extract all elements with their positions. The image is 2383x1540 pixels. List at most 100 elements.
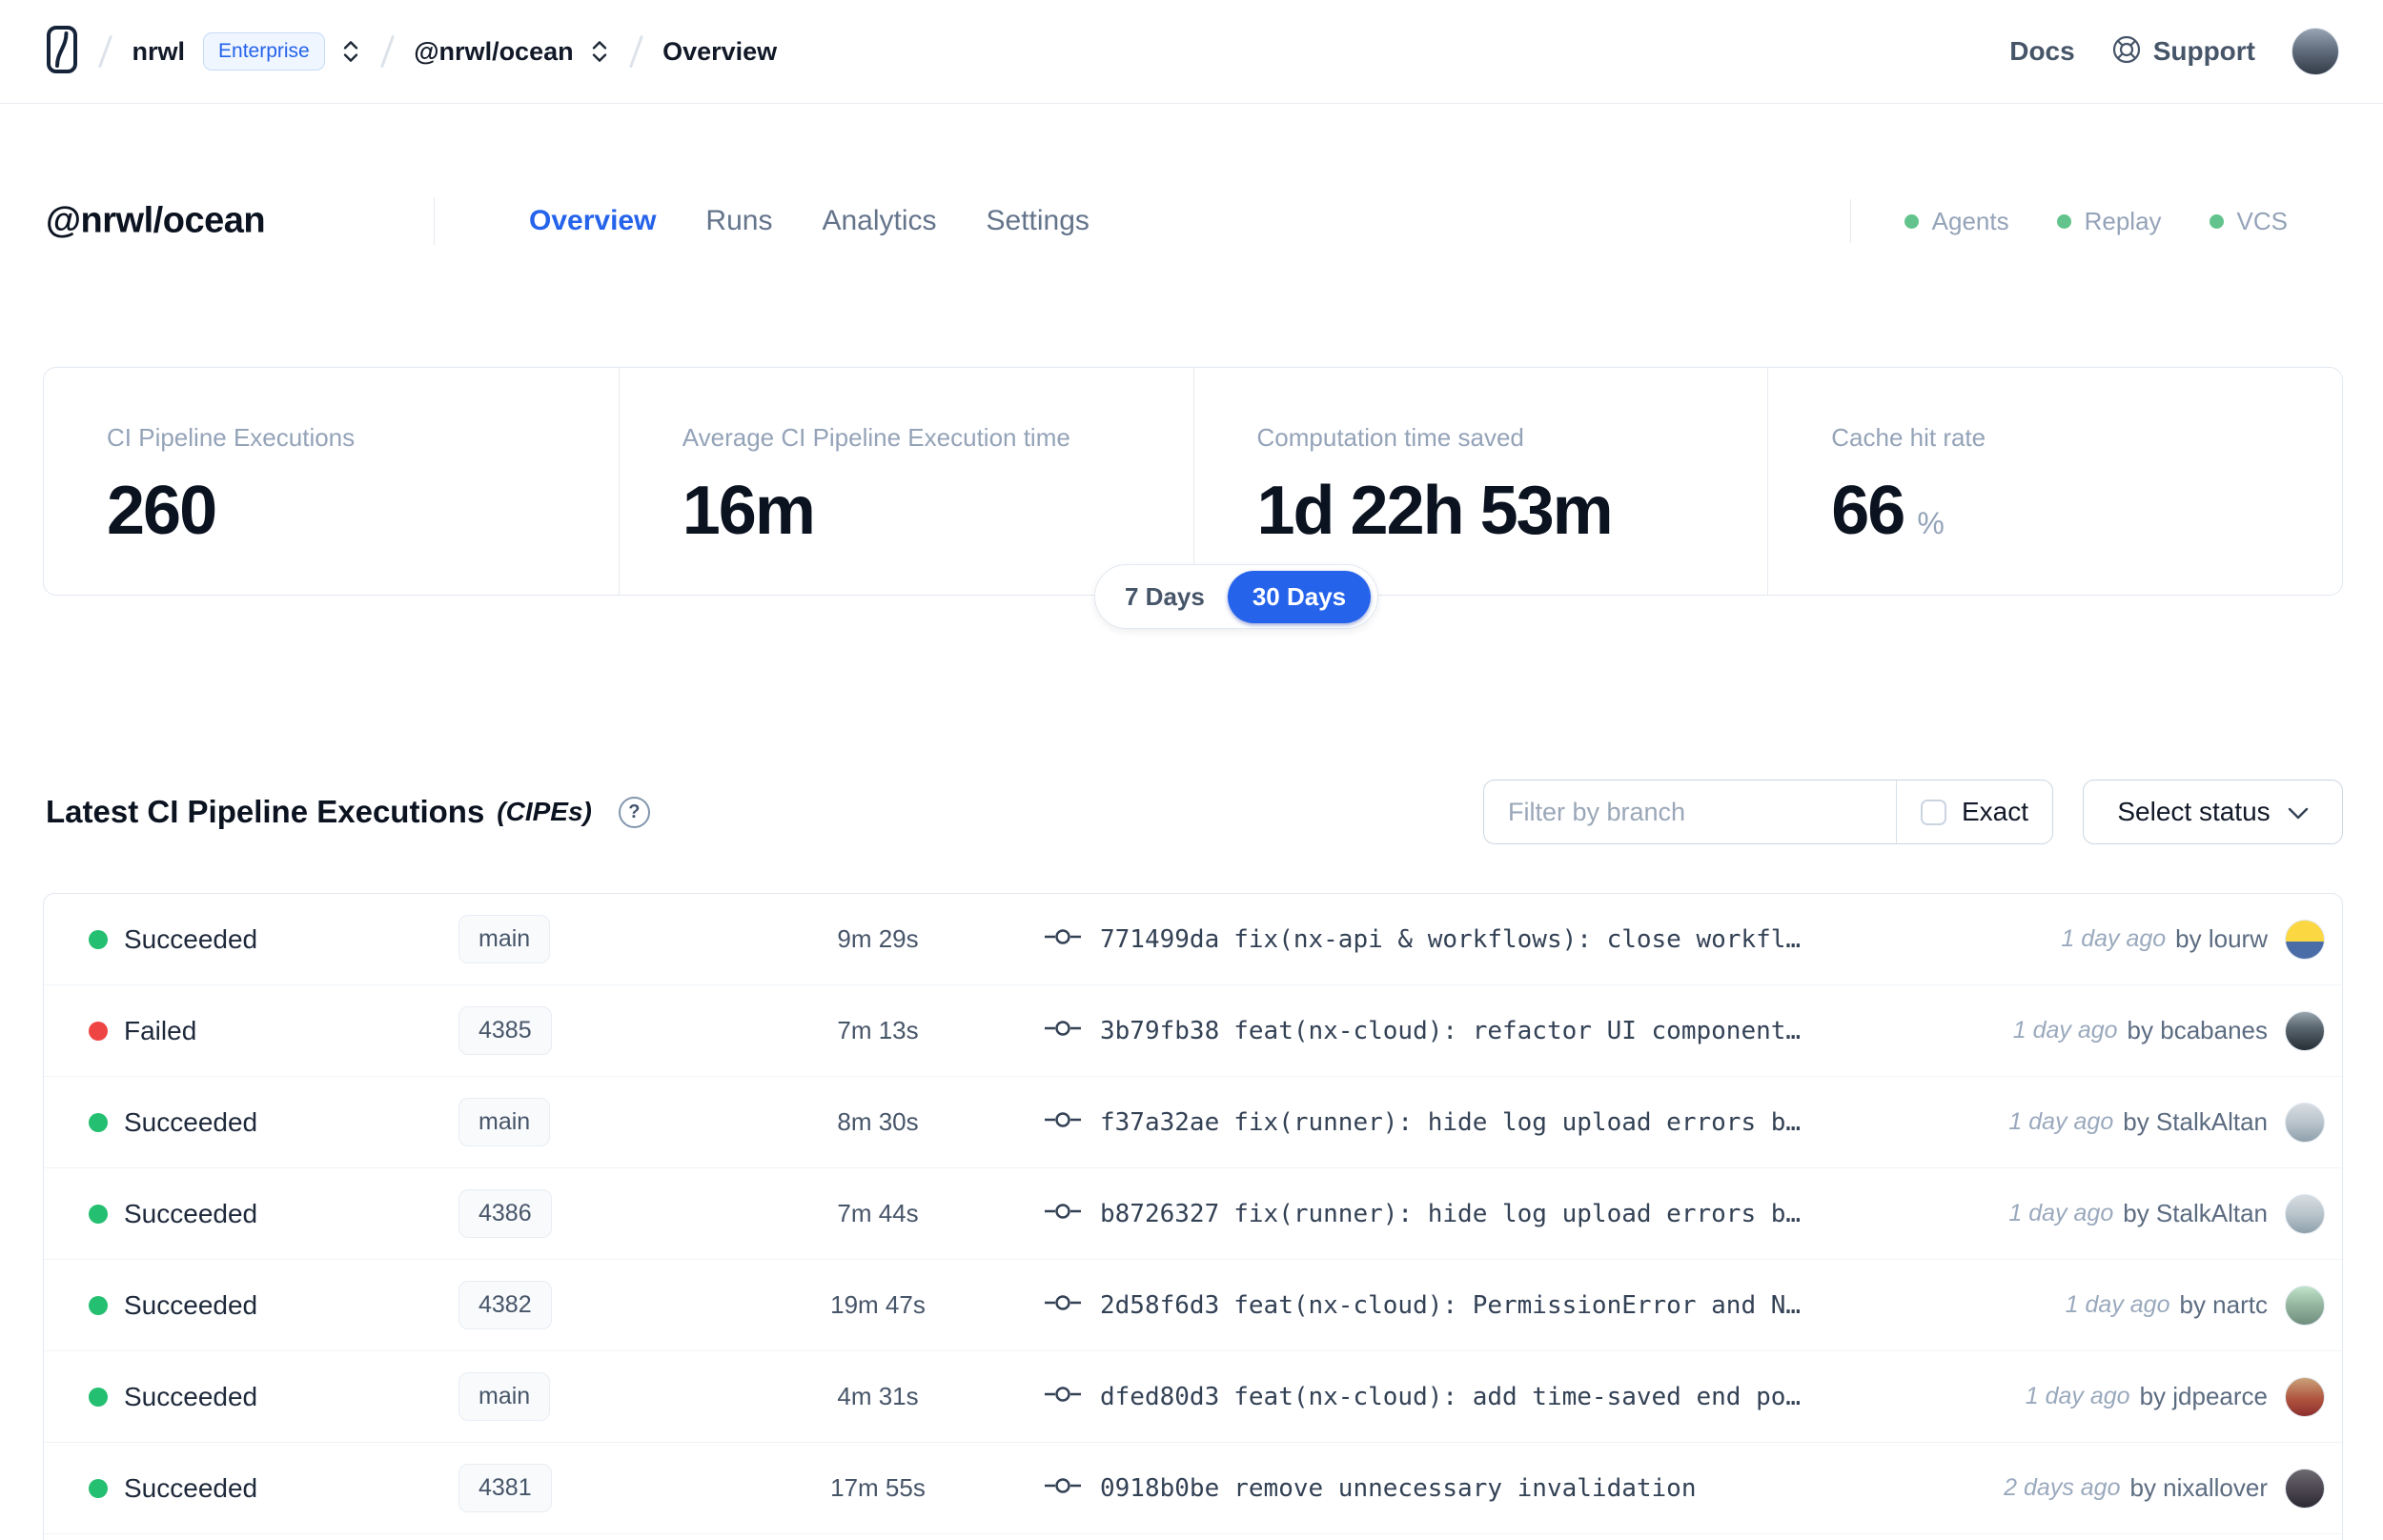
stats-card: CI Pipeline Executions 260 Average CI Pi… [43,367,2343,596]
green-dot-icon [2056,213,2071,229]
tab-analytics[interactable]: Analytics [822,205,936,237]
time-ago: 1 day ago [2012,1017,2118,1044]
exact-label: Exact [1961,797,2028,826]
branch-filter-input[interactable] [1484,780,1896,843]
workspace-switcher-chevron-icon[interactable] [590,40,609,63]
status-dot [89,929,108,949]
branch-badge: 4385 [458,1006,552,1055]
breadcrumb: nrwl Enterprise @nrwl/ocean Overview [46,25,777,79]
commit-message: fix(nx-api & workflows): close workfl… [1233,924,1802,954]
branch-badge: main [458,915,551,963]
table-row[interactable]: Succeeded 4382 19m 47s 2d58f6d3 feat(nx-c… [44,1260,2342,1351]
duration: 7m 44s [837,1199,919,1227]
docs-link[interactable]: Docs [2009,36,2074,67]
top-navbar: nrwl Enterprise @nrwl/ocean Overview Doc… [0,0,2383,104]
indicator-vcs-label: VCS [2236,206,2288,235]
breadcrumb-org[interactable]: nrwl [132,37,186,67]
stat-ci-pipeline-executions: CI Pipeline Executions 260 [44,368,619,595]
breadcrumb-separator [628,34,643,69]
table-row[interactable]: Succeeded main 8m 30s f37a32ae fix(runner… [44,1077,2342,1168]
cipes-title: Latest CI Pipeline Executions [46,794,485,829]
enterprise-badge[interactable]: Enterprise [203,32,325,71]
table-row[interactable]: Succeeded 4381 17m 55s 0918b0be remove un… [44,1443,2342,1534]
status-label: Succeeded [124,1381,258,1411]
git-commit-icon [1045,1384,1081,1409]
table-row[interactable]: Succeeded main 4m 31s dfed80d3 feat(nx-cl… [44,1351,2342,1443]
duration: 4m 31s [837,1382,919,1410]
stat-computation-time-saved: Computation time saved 1d 22h 53m [1192,368,1768,595]
git-commit-icon [1045,1109,1081,1135]
commit-hash: dfed80d3 [1100,1382,1220,1411]
commit-message: feat(nx-cloud): add time-saved end po… [1233,1382,1802,1411]
commit-hash: b8726327 [1100,1199,1220,1228]
commit-message: fix(runner): hide log upload errors b… [1233,1107,1802,1137]
avatar [2285,1010,2325,1051]
tab-runs[interactable]: Runs [705,205,772,237]
support-label: Support [2152,36,2255,66]
range-30-days-button[interactable]: 30 Days [1227,570,1372,623]
stat-value: 1d 22h 53m [1256,473,1614,549]
help-icon[interactable]: ? [618,796,650,828]
table-row[interactable]: Succeeded 4386 7m 44s b8726327 fix(runner… [44,1168,2342,1260]
nx-cloud-logo[interactable] [46,25,78,79]
exact-match-toggle[interactable]: Exact [1897,797,2052,827]
exact-checkbox[interactable] [1920,799,1946,825]
status-dot [89,1478,108,1498]
stat-average-execution-time: Average CI Pipeline Execution time 16m [618,368,1193,595]
status-label: Succeeded [124,1289,258,1320]
tab-settings[interactable]: Settings [987,205,1090,237]
branch-badge: main [458,1098,551,1146]
org-switcher-chevron-icon[interactable] [341,40,360,63]
range-7-days-button[interactable]: 7 Days [1102,582,1228,612]
branch-badge: 4382 [458,1281,552,1329]
status-select-dropdown[interactable]: Select status [2083,780,2343,844]
indicator-replay[interactable]: Replay [2056,207,2162,236]
commit-message: feat(nx-cloud): PermissionError and N… [1233,1290,1802,1320]
stat-cache-hit-rate: Cache hit rate 66 % [1767,368,2342,595]
support-link[interactable]: Support [2111,34,2255,70]
time-ago: 2 days ago [2004,1474,2121,1501]
stat-label: CI Pipeline Executions [107,423,356,452]
indicator-agents[interactable]: Agents [1904,207,2009,236]
stat-value: 260 [107,473,217,549]
workspace-header: @nrwl/ocean Overview Runs Analytics Sett… [46,187,2337,255]
status-dot [89,1204,108,1224]
duration: 19m 47s [830,1290,926,1319]
duration: 17m 55s [830,1473,926,1502]
indicators-divider [1849,199,1851,243]
git-commit-icon [1045,1475,1081,1501]
author: by StalkAltan [2123,1199,2268,1227]
lifebuoy-icon [2111,34,2142,70]
indicator-vcs[interactable]: VCS [2209,206,2288,236]
branch-badge: 4386 [458,1189,552,1238]
status-dot [89,1112,108,1132]
commit-message: feat(nx-cloud): refactor UI component… [1233,1016,1802,1045]
stat-label: Computation time saved [1256,423,1524,452]
commit-hash: 0918b0be [1100,1473,1220,1503]
table-row[interactable]: Succeeded main 9m 29s 771499da fix(nx-api… [44,894,2342,985]
table-row[interactable]: Failed 4385 7m 13s 3b79fb38 feat(nx-cloud… [44,985,2342,1077]
page-title: @nrwl/ocean [46,200,266,241]
breadcrumb-page: Overview [662,36,778,66]
duration: 9m 29s [837,924,919,953]
avatar [2285,1285,2325,1326]
time-ago: 1 day ago [2065,1291,2170,1318]
git-commit-icon [1045,1292,1081,1318]
chevron-down-icon [2288,797,2309,827]
workspace-tabs: Overview Runs Analytics Settings [529,205,1090,237]
date-range-toggle: 7 Days 30 Days [1094,564,1379,629]
feature-indicators: Agents Replay VCS [1849,199,2288,243]
commit-hash: f37a32ae [1100,1107,1220,1137]
breadcrumb-workspace[interactable]: @nrwl/ocean [414,37,573,67]
tab-overview[interactable]: Overview [529,205,656,237]
author: by nartc [2179,1290,2269,1319]
status-label: Succeeded [124,1198,258,1228]
status-dot [89,1295,108,1315]
author: by StalkAltan [2123,1107,2268,1136]
stat-label: Average CI Pipeline Execution time [682,423,1070,452]
green-dot-icon [2209,213,2224,229]
cipes-title-suffix: (CIPEs) [497,797,592,826]
navbar-actions: Docs Support [2009,28,2339,75]
user-avatar[interactable] [2291,28,2339,75]
status-label: Succeeded [124,923,258,954]
